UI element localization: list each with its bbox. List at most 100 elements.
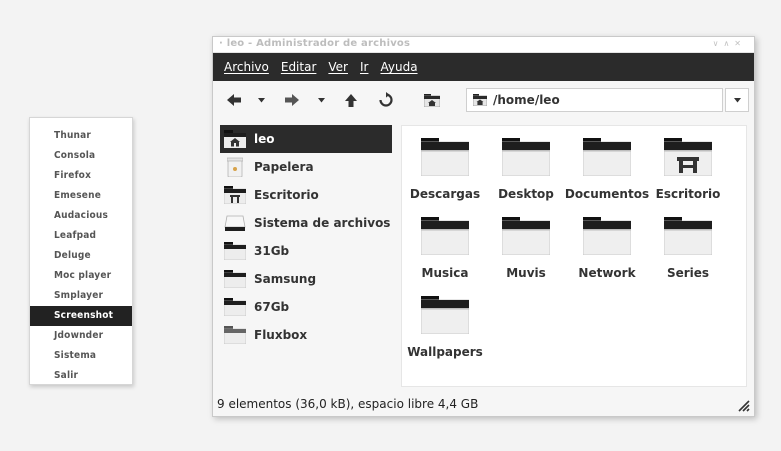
sidebar-item-31gb[interactable]: 31Gb (220, 237, 392, 265)
reload-icon (379, 92, 393, 107)
maximize-icon[interactable]: ∧ (723, 39, 734, 48)
sidebar-item-escritorio[interactable]: Escritorio (220, 181, 392, 209)
home-folder-icon (424, 93, 440, 107)
menu-item-emesene[interactable]: Emesene (30, 186, 132, 206)
chevron-down-icon (317, 97, 325, 102)
menu-item-deluge[interactable]: Deluge (30, 246, 132, 266)
desktop-folder-icon (664, 138, 712, 176)
folder-icon (664, 217, 712, 255)
sidebar-item-fluxbox[interactable]: Fluxbox (220, 321, 392, 349)
window-title: · leo - Administrador de archivos (219, 38, 411, 49)
status-bar: 9 elementos (36,0 kB), espacio libre 4,4… (213, 392, 754, 416)
menu-ayuda[interactable]: Ayuda (380, 60, 417, 74)
sidebar-item-67gb[interactable]: 67Gb (220, 293, 392, 321)
window-title-text: leo - Administrador de archivos (226, 38, 411, 49)
menu-archivo[interactable]: Archivo (224, 60, 269, 74)
location-dropdown-button[interactable] (725, 88, 749, 112)
folder-icon (502, 217, 550, 255)
sidebar-item-label: leo (254, 132, 275, 146)
menu-item-consola[interactable]: Consola (30, 146, 132, 166)
forward-button[interactable] (281, 89, 303, 111)
file-name: Muvis (506, 266, 546, 280)
file-item-network[interactable]: Network (567, 205, 647, 284)
folder-icon (224, 326, 246, 344)
file-name: Series (666, 266, 710, 280)
close-icon[interactable]: ✕ (734, 39, 746, 48)
file-item-musica[interactable]: Musica (405, 205, 485, 284)
menu-item-audacious[interactable]: Audacious (30, 206, 132, 226)
window-titlebar[interactable]: · leo - Administrador de archivos ∨∧✕ (213, 37, 754, 53)
file-item-escritorio[interactable]: Escritorio (648, 126, 728, 205)
home-location-button[interactable] (421, 89, 443, 111)
folder-icon (421, 138, 469, 176)
sidebar-item-samsung[interactable]: Samsung (220, 265, 392, 293)
menu-item-thunar[interactable]: Thunar (30, 126, 132, 146)
chevron-down-icon (257, 97, 265, 102)
sidebar-item-papelera[interactable]: Papelera (220, 153, 392, 181)
menu-item-sistema[interactable]: Sistema (30, 346, 132, 366)
menu-bar: Archivo Editar Ver Ir Ayuda (213, 53, 754, 81)
sidebar-item-label: 31Gb (254, 244, 290, 258)
folder-icon (421, 217, 469, 255)
menu-ir[interactable]: Ir (360, 60, 368, 74)
folder-icon (502, 138, 550, 176)
file-item-descargas[interactable]: Descargas (405, 126, 485, 205)
forward-arrow-icon (285, 94, 299, 106)
file-name: Descargas (409, 187, 481, 201)
sidebar-item-label: Papelera (254, 160, 314, 174)
menu-ver[interactable]: Ver (328, 60, 348, 74)
back-history-dropdown[interactable] (255, 89, 267, 111)
file-name: Musica (421, 266, 469, 280)
back-arrow-icon (227, 94, 241, 106)
icon-view[interactable]: Descargas Desktop Documentos Escritorio … (401, 125, 747, 387)
location-path: /home/leo (493, 93, 560, 107)
menu-item-firefox[interactable]: Firefox (30, 166, 132, 186)
sidebar-item-label: 67Gb (254, 300, 290, 314)
forward-history-dropdown[interactable] (315, 89, 327, 111)
reload-button[interactable] (375, 89, 397, 111)
file-item-muvis[interactable]: Muvis (486, 205, 566, 284)
folder-icon (583, 217, 631, 255)
menu-item-moc-player[interactable]: Moc player (30, 266, 132, 286)
window-buttons: ∨∧✕ (713, 39, 746, 48)
folder-icon (224, 242, 246, 260)
file-name: Desktop (498, 187, 554, 201)
folder-icon (224, 298, 246, 316)
folder-icon (421, 296, 469, 334)
up-button[interactable] (340, 89, 362, 111)
minimize-icon[interactable]: ∨ (713, 39, 724, 48)
file-item-desktop[interactable]: Desktop (486, 126, 566, 205)
menu-item-leafpad[interactable]: Leafpad (30, 226, 132, 246)
menu-item-screenshot[interactable]: Screenshot (30, 306, 132, 326)
resize-grip-icon[interactable] (738, 400, 750, 412)
root-menu: Thunar Consola Firefox Emesene Audacious… (29, 117, 133, 385)
home-folder-icon (473, 94, 487, 106)
file-name: Network (578, 266, 636, 280)
menu-item-smplayer[interactable]: Smplayer (30, 286, 132, 306)
file-item-series[interactable]: Series (648, 205, 728, 284)
sidebar-item-label: Escritorio (254, 188, 319, 202)
drive-icon (224, 215, 246, 231)
back-button[interactable] (223, 89, 245, 111)
file-item-wallpapers[interactable]: Wallpapers (405, 284, 485, 363)
menu-editar[interactable]: Editar (281, 60, 317, 74)
file-item-documentos[interactable]: Documentos (564, 126, 650, 205)
menu-item-salir[interactable]: Salir (30, 366, 132, 386)
trash-icon (227, 157, 243, 177)
file-name: Wallpapers (407, 345, 483, 359)
home-folder-icon (224, 130, 246, 148)
sidebar-item-leo[interactable]: leo (220, 125, 392, 153)
file-name: Escritorio (655, 187, 721, 201)
desktop-folder-icon (224, 186, 246, 204)
file-name: Documentos (564, 187, 650, 201)
chevron-down-icon (733, 97, 741, 102)
folder-icon (224, 270, 246, 288)
sidebar-item-label: Sistema de archivos (254, 216, 391, 230)
folder-icon (583, 138, 631, 176)
menu-item-jdownder[interactable]: Jdownder (30, 326, 132, 346)
sidebar-item-label: Samsung (254, 272, 317, 286)
sidebar-item-label: Fluxbox (254, 328, 308, 342)
location-bar[interactable]: /home/leo (466, 88, 723, 112)
sidebar-item-sistema-de-archivos[interactable]: Sistema de archivos (220, 209, 392, 237)
file-manager-window: · leo - Administrador de archivos ∨∧✕ Ar… (212, 36, 755, 417)
